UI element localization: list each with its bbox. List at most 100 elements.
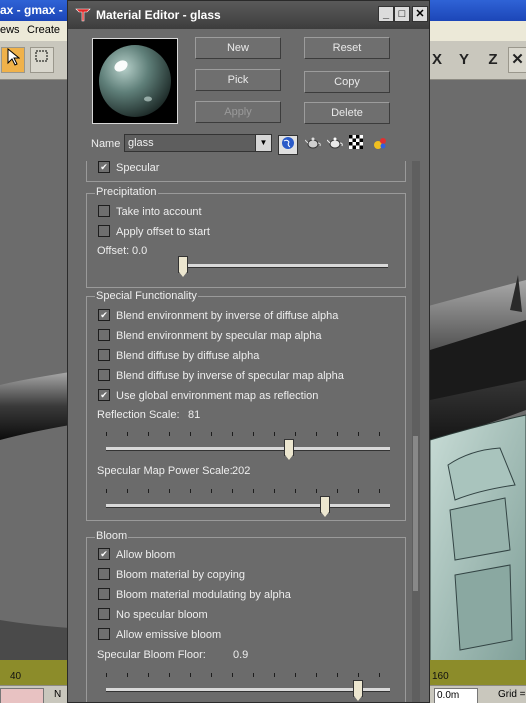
take-into-account-label: Take into account xyxy=(116,206,202,218)
spec-power-slider-track[interactable] xyxy=(106,504,390,508)
parameters-rollout[interactable]: ✔ Specular Precipitation Take into accoun… xyxy=(78,161,412,702)
gmax-title: ax - gmax - xyxy=(0,3,63,17)
globe-icon[interactable] xyxy=(278,135,298,155)
bloom-option-row[interactable]: Allow emissive bloom xyxy=(98,628,222,641)
reflection-scale-value: 81 xyxy=(188,409,201,421)
close-button[interactable]: ✕ xyxy=(412,6,428,22)
apply-offset-label: Apply offset to start xyxy=(116,226,210,238)
close-icon: ✕ xyxy=(415,8,425,20)
special-option-checkbox[interactable] xyxy=(98,329,110,342)
bloom-option-row[interactable]: Bloom material modulating by alpha xyxy=(98,588,291,601)
copy-button[interactable]: Copy xyxy=(304,71,390,93)
special-option-checkbox[interactable] xyxy=(98,369,110,382)
spec-power-slider-thumb[interactable] xyxy=(319,496,330,517)
bloom-option-checkbox[interactable]: ✔ xyxy=(98,548,110,561)
reset-button[interactable]: Reset xyxy=(304,37,390,59)
status-n-label: N xyxy=(52,688,66,702)
spec-power-value: 202 xyxy=(232,465,251,477)
select-region-button[interactable] xyxy=(30,47,54,73)
gmax-logo-icon xyxy=(75,7,91,23)
status-coord-field[interactable]: 0.0m xyxy=(434,688,478,703)
special-option-label: Blend environment by inverse of diffuse … xyxy=(116,310,339,322)
color-spheres-icon[interactable] xyxy=(371,135,389,153)
bloom-floor-value: 0.9 xyxy=(233,649,249,661)
special-option-checkbox[interactable] xyxy=(98,349,110,362)
status-pink-field[interactable] xyxy=(0,688,44,703)
offset-value: 0.0 xyxy=(132,245,148,257)
menu-create[interactable]: Create xyxy=(27,24,60,36)
bloom-floor-slider-track[interactable] xyxy=(106,688,390,692)
material-editor-window: Material Editor - glass _ □ ✕ New Reset … xyxy=(67,0,430,703)
arrow-cursor-icon xyxy=(7,47,21,66)
checker-icon[interactable] xyxy=(347,135,365,153)
apply-offset-row[interactable]: Apply offset to start xyxy=(98,225,210,238)
precipitation-title: Precipitation xyxy=(95,186,158,198)
special-option-checkbox[interactable]: ✔ xyxy=(98,309,110,322)
special-option-label: Use global environment map as reflection xyxy=(116,390,319,402)
teapot-icon[interactable] xyxy=(304,135,322,153)
special-option-row[interactable]: Blend diffuse by diffuse alpha xyxy=(98,349,260,362)
minimize-button[interactable]: _ xyxy=(378,6,394,22)
bloom-option-checkbox[interactable] xyxy=(98,608,110,621)
bloom-floor-slider-ticks xyxy=(106,673,390,677)
specular-label: Specular xyxy=(116,162,160,174)
scrollbar-thumb[interactable] xyxy=(413,436,418,591)
bloom-option-row[interactable]: ✔ Allow bloom xyxy=(98,548,176,561)
timeline-label-160: 160 xyxy=(432,671,449,682)
bloom-option-row[interactable]: Bloom material by copying xyxy=(98,568,246,581)
specular-checkbox-row[interactable]: ✔ Specular xyxy=(98,161,160,174)
name-label: Name xyxy=(91,138,121,150)
offset-slider-track[interactable] xyxy=(178,264,388,268)
chevron-down-icon[interactable]: ▼ xyxy=(255,135,271,151)
special-functionality-title: Special Functionality xyxy=(95,290,198,302)
maximize-button[interactable]: □ xyxy=(394,6,410,22)
pick-button[interactable]: Pick xyxy=(195,69,281,91)
bloom-option-label: Allow emissive bloom xyxy=(116,629,222,641)
reflection-slider-track[interactable] xyxy=(106,447,390,451)
bloom-option-label: Bloom material modulating by alpha xyxy=(116,589,291,601)
special-option-row[interactable]: ✔ Blend environment by inverse of diffuse… xyxy=(98,309,339,322)
special-option-label: Blend diffuse by diffuse alpha xyxy=(116,350,260,362)
teapot-light-icon[interactable] xyxy=(326,135,344,153)
minimize-icon: _ xyxy=(382,8,390,20)
reflection-scale-label: Reflection Scale: xyxy=(97,409,180,421)
take-into-account-checkbox[interactable] xyxy=(98,205,110,218)
material-sphere-icon xyxy=(99,45,171,117)
bloom-option-label: Allow bloom xyxy=(116,549,176,561)
special-option-checkbox[interactable]: ✔ xyxy=(98,389,110,402)
bloom-option-checkbox[interactable] xyxy=(98,568,110,581)
axis-y-button[interactable]: Y xyxy=(452,47,476,73)
bloom-option-checkbox[interactable] xyxy=(98,588,110,601)
bloom-option-checkbox[interactable] xyxy=(98,628,110,641)
bloom-floor-slider-thumb[interactable] xyxy=(352,680,363,701)
offset-label: Offset: xyxy=(97,245,130,257)
rollout-scrollbar[interactable] xyxy=(412,161,420,702)
bloom-option-label: Bloom material by copying xyxy=(116,569,246,581)
special-option-row[interactable]: ✔ Use global environment map as reflectio… xyxy=(98,389,319,402)
take-into-account-row[interactable]: Take into account xyxy=(98,205,202,218)
select-arrow-button[interactable] xyxy=(1,47,25,73)
timeline-label-40: 40 xyxy=(10,671,22,682)
bloom-title: Bloom xyxy=(95,530,129,542)
status-grid-label: Grid = xyxy=(496,688,526,702)
editor-titlebar[interactable]: Material Editor - glass _ □ ✕ xyxy=(68,1,429,29)
apply-button[interactable]: Apply xyxy=(195,101,281,123)
axis-z-button[interactable]: Z xyxy=(481,47,505,73)
special-option-label: Blend environment by specular map alpha xyxy=(116,330,322,342)
axis-constraint-button[interactable]: ✕ xyxy=(508,47,526,73)
specular-checkbox[interactable]: ✔ xyxy=(98,161,110,174)
apply-offset-checkbox[interactable] xyxy=(98,225,110,238)
new-button[interactable]: New xyxy=(195,37,281,59)
name-combobox[interactable]: glass ▼ xyxy=(124,134,272,152)
editor-title: Material Editor - glass xyxy=(96,8,221,22)
delete-button[interactable]: Delete xyxy=(304,102,390,124)
offset-slider-thumb[interactable] xyxy=(178,256,188,277)
special-option-row[interactable]: Blend environment by specular map alpha xyxy=(98,329,322,342)
bloom-option-row[interactable]: No specular bloom xyxy=(98,608,208,621)
spec-power-slider-ticks xyxy=(106,489,390,493)
name-value: glass xyxy=(128,137,154,149)
special-option-row[interactable]: Blend diffuse by inverse of specular map… xyxy=(98,369,344,382)
menu-views[interactable]: ews xyxy=(0,24,20,36)
reflection-slider-thumb[interactable] xyxy=(284,439,295,460)
material-preview[interactable] xyxy=(92,38,178,124)
